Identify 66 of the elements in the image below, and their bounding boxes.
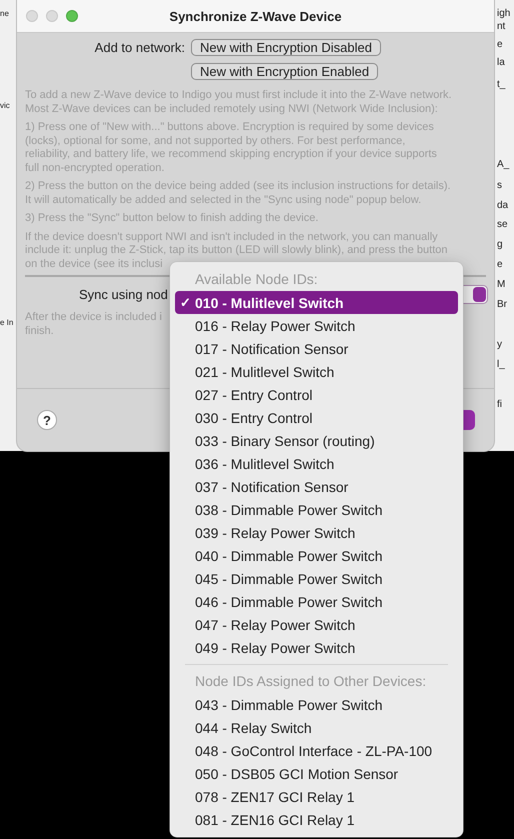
close-button[interactable] — [26, 10, 38, 22]
instruction-line: Most Z-Wave devices can be included remotely using NWI (Network Wide Inclusion): — [25, 102, 438, 116]
zoom-button[interactable] — [66, 10, 78, 22]
background-text: ne — [0, 9, 9, 18]
menu-item[interactable]: 044 - Relay Switch — [175, 716, 458, 739]
add-device-button[interactable]: New with Encryption Disabled — [191, 39, 381, 56]
background-text: y — [497, 339, 502, 350]
menu-item[interactable]: 048 - GoControl Interface - ZL-PA-100 — [175, 739, 458, 762]
menu-item[interactable]: 078 - ZEN17 GCI Relay 1 — [175, 785, 458, 808]
instruction-line: To add a new Z-Wave device to Indigo you must first include it into the Z-Wave network. — [25, 89, 452, 102]
menu-section-heading: Node IDs Assigned to Other Devices: — [194, 672, 428, 691]
menu-item[interactable]: 050 - DSB05 GCI Motion Sensor — [175, 762, 458, 785]
menu-item[interactable]: 030 - Entry Control — [175, 406, 458, 429]
menu-item[interactable]: ✓ 010 - Mulitlevel Switch — [175, 291, 458, 314]
menu-item[interactable]: 017 - Notification Sensor — [175, 337, 458, 360]
background-text: e In — [0, 318, 14, 327]
background-text: igh — [497, 8, 510, 19]
menu-item[interactable]: 016 - Relay Power Switch — [175, 314, 458, 337]
background-text: M — [497, 279, 506, 290]
minimize-button[interactable] — [46, 10, 58, 22]
menu-item[interactable]: 049 - Relay Power Switch — [175, 636, 458, 659]
background-text: l_ — [497, 359, 505, 370]
window-title: Synchronize Z-Wave Device — [169, 8, 342, 24]
instruction-line: 1) Press one of "New with..." buttons above. Encryption is required by some devices — [25, 121, 434, 134]
menu-item[interactable]: 040 - Dimmable Power Switch — [175, 544, 458, 567]
background-text: Br — [497, 299, 507, 310]
menu-item[interactable]: 038 - Dimmable Power Switch — [175, 498, 458, 521]
background-text: vic — [0, 101, 10, 110]
add-device-button[interactable]: New with Encryption Enabled — [191, 63, 378, 80]
note-line: finish. — [25, 324, 54, 338]
menu-item[interactable]: 039 - Relay Power Switch — [175, 521, 458, 544]
instruction-line: 2) Press the button on the device being added (see its inclusion instructions for details). — [25, 180, 451, 194]
menu-item[interactable]: 046 - Dimmable Power Switch — [175, 590, 458, 613]
menu-item[interactable]: 047 - Relay Power Switch — [175, 613, 458, 636]
background-text: da — [497, 200, 508, 211]
menu-item[interactable]: 081 - ZEN16 GCI Relay 1 — [175, 808, 458, 831]
menu-item[interactable]: 033 - Binary Sensor (routing) — [175, 429, 458, 452]
menu-item[interactable]: 027 - Entry Control — [175, 383, 458, 406]
background-text: nt — [497, 21, 506, 32]
sync-node-label: Sync using nod — [79, 286, 168, 302]
instruction-line: on the device (see its inclusi — [25, 258, 163, 271]
instruction-line: (locks), optional for some, and not supported by others. For best performance, — [25, 134, 406, 148]
background-text: g — [497, 239, 503, 250]
menu-item[interactable]: 021 - Mulitlevel Switch — [175, 360, 458, 383]
menu-item[interactable]: 043 - Dimmable Power Switch — [175, 693, 458, 716]
background-text: e — [497, 39, 503, 50]
menu-item[interactable]: 045 - Dimmable Power Switch — [175, 567, 458, 590]
background-text: se — [497, 219, 508, 230]
add-to-network-label: Add to network: — [94, 40, 186, 55]
background-text: s — [497, 180, 502, 191]
checkmark-icon: ✓ — [180, 295, 195, 310]
background-text: fi — [497, 399, 502, 410]
background-text: A_ — [497, 159, 510, 170]
help-button[interactable]: ? — [37, 410, 57, 430]
menu-item[interactable]: 036 - Mulitlevel Switch — [175, 452, 458, 475]
instruction-line: It will automatically be added and selected in the "Sync using node" popup below. — [25, 194, 422, 207]
instruction-line: 3) Press the "Sync" button below to finish adding the device. — [25, 212, 318, 226]
instruction-line: If the device doesn't support NWI and isn't included in the network, you can manually — [25, 230, 438, 244]
background-text: la — [497, 57, 505, 68]
instruction-line: full non-encrypted operation. — [25, 162, 164, 175]
instruction-line: include it: unplug the Z-Stick, tap its button (LED will slowly blink), and press the button — [25, 244, 448, 258]
menu-item[interactable]: 037 - Notification Sensor — [175, 475, 458, 498]
instruction-line: reliability, and battery life, we recommend skipping encryption if your device supports — [25, 148, 437, 162]
menu-section-heading: Available Node IDs: — [194, 270, 319, 289]
background-text: t_ — [497, 79, 506, 90]
background-text: e — [497, 259, 503, 270]
